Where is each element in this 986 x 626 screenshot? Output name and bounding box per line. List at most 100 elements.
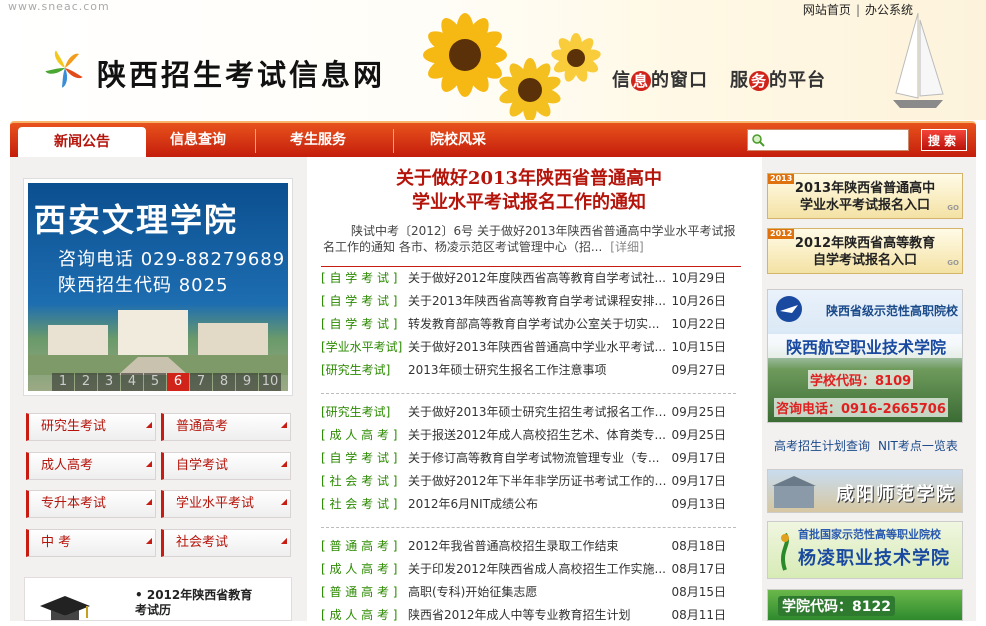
category-college-entrance[interactable]: 普通高考 ◢ <box>161 413 291 441</box>
search-input[interactable] <box>747 129 909 151</box>
news-category[interactable]: [ 自 学 考 试 ] <box>321 290 408 312</box>
news-row[interactable]: [ 普 通 高 考 ] 2012年我省普通高校招生录取工作结束 08月18日 <box>321 535 736 557</box>
tab-college-showcase[interactable]: 院校风采 <box>430 129 486 149</box>
news-row[interactable]: [ 自 学 考 试 ] 转发教育部高等教育自学考试办公室关于切实... 10月22日 <box>321 313 736 335</box>
news-category[interactable]: [研究生考试] <box>321 401 408 423</box>
category-upgrade-exam[interactable]: 专升本考试 ◢ <box>26 490 156 518</box>
news-title[interactable]: 关于修订高等教育自学考试物流管理专业（专... <box>408 447 676 469</box>
news-group-divider <box>321 527 736 528</box>
news-row[interactable]: [ 成 人 高 考 ] 陕西省2012年成人中等专业教育招生计划 08月11日 <box>321 604 736 626</box>
news-category[interactable]: [ 普 通 高 考 ] <box>321 581 408 603</box>
exam-calendar-title[interactable]: • 2012年陕西省教育考试历 <box>135 588 255 618</box>
slogan-text: 的窗口 <box>651 70 708 91</box>
search-icon <box>752 134 765 147</box>
news-row[interactable]: [ 自 学 考 试 ] 关于修订高等教育自学考试物流管理专业（专... 09月17日 <box>321 447 736 469</box>
news-row[interactable]: [ 成 人 高 考 ] 关于报送2012年成人高校招生艺术、体育类专... 09月2… <box>321 424 736 446</box>
news-row[interactable]: [研究生考试] 关于做好2013年硕士研究生招生考试报名工作的... 09月25日 <box>321 401 736 423</box>
news-title[interactable]: 陕西省2012年成人中等专业教育招生计划 <box>408 604 676 626</box>
news-category[interactable]: [研究生考试] <box>321 359 408 381</box>
nav-divider <box>255 129 256 153</box>
detail-link[interactable]: [详细] <box>610 240 643 254</box>
corner-arrow-icon: ◢ <box>145 459 152 468</box>
left-column: 西安文理学院 咨询电话 029-88279689 陕西招生代码 8025 123… <box>10 157 307 621</box>
category-label: 中 考 <box>41 535 72 550</box>
category-academic-level[interactable]: 学业水平考试 ◢ <box>161 490 291 518</box>
category-middle-school[interactable]: 中 考 ◢ <box>26 529 156 557</box>
corner-arrow-icon: ◢ <box>145 536 152 545</box>
news-category[interactable]: [ 自 学 考 试 ] <box>321 313 408 335</box>
pager-5[interactable]: 5 <box>144 373 166 391</box>
pager-3[interactable]: 3 <box>98 373 120 391</box>
category-adult-exam[interactable]: 成人高考 ◢ <box>26 452 156 480</box>
news-category[interactable]: [ 自 学 考 试 ] <box>321 267 408 289</box>
news-row[interactable]: [ 普 通 高 考 ] 高职(专科)开始征集志愿 08月15日 <box>321 581 736 603</box>
category-self-study[interactable]: 自学考试 ◢ <box>161 452 291 480</box>
home-link[interactable]: 网站首页 <box>803 3 851 17</box>
news-category[interactable]: [ 成 人 高 考 ] <box>321 604 408 626</box>
news-category[interactable]: [ 社 会 考 试 ] <box>321 493 408 515</box>
news-title[interactable]: 2013年硕士研究生报名工作注意事项 <box>408 359 676 381</box>
news-category[interactable]: [ 自 学 考 试 ] <box>321 447 408 469</box>
school-ad-aviation[interactable]: 陕西省级示范性高职院校 陕西航空职业技术学院 学校代码：8109 咨询电话：09… <box>767 289 963 423</box>
pager-6-active[interactable]: 6 <box>167 373 189 391</box>
nit-test-centers-link[interactable]: NIT考点一览表 <box>878 439 958 453</box>
news-category[interactable]: [学业水平考试] <box>321 336 408 358</box>
news-title[interactable]: 2012年我省普通高校招生录取工作结束 <box>408 535 676 557</box>
news-title[interactable]: 关于做好2013年陕西省普通高中学业水平考试... <box>408 336 676 358</box>
news-title[interactable]: 关于做好2012年度陕西省高等教育自学考试社... <box>408 267 676 289</box>
academic-level-signup-link[interactable]: 2013 2013年陕西省普通高中 学业水平考试报名入口 GO <box>767 173 963 219</box>
news-title[interactable]: 关于做好2013年硕士研究生招生考试报名工作的... <box>408 401 676 423</box>
admission-plan-query-link[interactable]: 高考招生计划查询 <box>774 439 870 453</box>
news-row[interactable]: [ 社 会 考 试 ] 关于做好2012年下半年非学历证书考试工作的通知 09月17… <box>321 470 736 492</box>
pager-8[interactable]: 8 <box>213 373 235 391</box>
category-social-exam[interactable]: 社会考试 ◢ <box>161 529 291 557</box>
tab-student-service[interactable]: 考生服务 <box>290 129 346 149</box>
news-category[interactable]: [ 成 人 高 考 ] <box>321 424 408 446</box>
banner-slideshow[interactable]: 西安文理学院 咨询电话 029-88279689 陕西招生代码 8025 123… <box>24 179 292 395</box>
news-title[interactable]: 高职(专科)开始征集志愿 <box>408 581 676 603</box>
news-date: 09月25日 <box>671 428 726 442</box>
school-ad-code: 学校代码：8109 <box>808 370 914 389</box>
category-graduate-exam[interactable]: 研究生考试 ◢ <box>26 413 156 441</box>
pager-2[interactable]: 2 <box>75 373 97 391</box>
category-label: 成人高考 <box>41 458 94 473</box>
pager-7[interactable]: 7 <box>190 373 212 391</box>
news-title[interactable]: 关于2013年陕西省高等教育自学考试课程安排... <box>408 290 676 312</box>
exam-calendar-panel[interactable]: • 2012年陕西省教育考试历 <box>24 577 292 621</box>
news-category[interactable]: [ 社 会 考 试 ] <box>321 470 408 492</box>
pager-9[interactable]: 9 <box>236 373 258 391</box>
pager-1[interactable]: 1 <box>52 373 74 391</box>
school-ad-tagline: 首批国家示范性高等职业院校 <box>798 528 941 541</box>
go-icon: GO <box>947 259 959 267</box>
news-title[interactable]: 2012年6月NIT成绩公布 <box>408 493 676 515</box>
headline-link[interactable]: 关于做好2013年陕西省普通高中 学业水平考试报名工作的通知 <box>315 167 743 215</box>
news-category[interactable]: [ 成 人 高 考 ] <box>321 558 408 580</box>
news-category[interactable]: [ 普 通 高 考 ] <box>321 535 408 557</box>
news-title[interactable]: 关于印发2012年陕西省成人高校招生工作实施... <box>408 558 676 580</box>
news-row[interactable]: [ 自 学 考 试 ] 关于2013年陕西省高等教育自学考试课程安排... 10月2… <box>321 290 736 312</box>
school-ad-yangling[interactable]: 首批国家示范性高等职业院校 杨凌职业技术学院 <box>767 521 963 579</box>
news-row[interactable]: [ 成 人 高 考 ] 关于印发2012年陕西省成人高校招生工作实施... 08月1… <box>321 558 736 580</box>
category-label: 自学考试 <box>176 458 229 473</box>
school-ad-xianyang[interactable]: 咸阳师范学院 <box>767 469 963 513</box>
news-row[interactable]: [研究生考试] 2013年硕士研究生报名工作注意事项 09月27日 <box>321 359 736 381</box>
news-row[interactable]: [学业水平考试] 关于做好2013年陕西省普通高中学业水平考试... 10月15日 <box>321 336 736 358</box>
school-ad-code-banner[interactable]: 学院代码：8122 <box>767 589 963 621</box>
tab-news[interactable]: 新闻公告 <box>18 127 146 159</box>
pager-10[interactable]: 10 <box>259 373 281 391</box>
news-date: 09月17日 <box>671 474 726 488</box>
banner-image[interactable]: 西安文理学院 咨询电话 029-88279689 陕西招生代码 8025 <box>28 183 288 391</box>
banner-school-name: 西安文理学院 <box>34 201 239 239</box>
search-button[interactable]: 搜索 <box>921 129 967 151</box>
news-date: 08月11日 <box>671 608 726 622</box>
news-title[interactable]: 关于报送2012年成人高校招生艺术、体育类专... <box>408 424 676 446</box>
news-row[interactable]: [ 社 会 考 试 ] 2012年6月NIT成绩公布 09月13日 <box>321 493 736 515</box>
news-row[interactable]: [ 自 学 考 试 ] 关于做好2012年度陕西省高等教育自学考试社... 10月2… <box>321 267 736 289</box>
news-title[interactable]: 转发教育部高等教育自学考试办公室关于切实... <box>408 313 676 335</box>
tab-info-query[interactable]: 信息查询 <box>170 129 226 149</box>
pager-4[interactable]: 4 <box>121 373 143 391</box>
corner-arrow-icon: ◢ <box>280 459 287 468</box>
self-study-signup-link[interactable]: 2012 2012年陕西省高等教育 自学考试报名入口 GO <box>767 228 963 274</box>
news-title[interactable]: 关于做好2012年下半年非学历证书考试工作的通知 <box>408 470 676 492</box>
pinwheel-logo-icon <box>45 50 83 88</box>
